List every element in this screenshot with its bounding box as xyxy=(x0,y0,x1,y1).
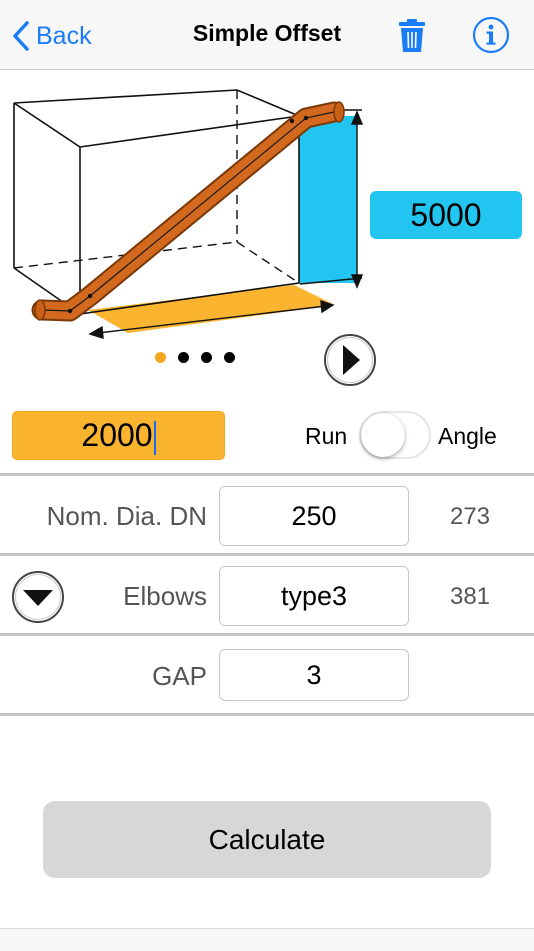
divider xyxy=(0,713,534,716)
divider xyxy=(0,633,534,636)
gap-field[interactable]: 3 xyxy=(219,649,409,701)
page-dot[interactable] xyxy=(155,352,166,363)
next-diagram-button[interactable] xyxy=(323,333,377,387)
elbows-label: Elbows xyxy=(123,581,207,611)
page-dot[interactable] xyxy=(224,352,235,363)
back-button[interactable]: Back xyxy=(12,18,92,54)
info-icon xyxy=(472,16,510,54)
elbow-radius-value: 381 xyxy=(449,583,491,610)
toggle-label-angle: Angle xyxy=(438,423,497,449)
outer-diameter-value: 273 xyxy=(449,503,491,530)
play-right-icon xyxy=(324,334,376,386)
run-angle-toggle[interactable] xyxy=(359,411,431,459)
elbows-dropdown-button[interactable] xyxy=(10,569,66,625)
gap-label: GAP xyxy=(152,661,207,691)
toggle-knob xyxy=(361,413,405,457)
chevron-left-icon xyxy=(13,21,29,51)
page-dot[interactable] xyxy=(201,352,212,363)
rise-highlight xyxy=(299,116,357,283)
rise-value-display[interactable]: 5000 xyxy=(370,191,522,239)
back-label: Back xyxy=(36,21,92,50)
divider xyxy=(0,473,534,476)
page-indicator[interactable] xyxy=(155,352,235,363)
toggle-label-run: Run xyxy=(305,423,348,449)
divider xyxy=(0,553,534,556)
delete-button[interactable] xyxy=(397,18,427,54)
diameter-label: Nom. Dia. DN xyxy=(46,501,207,531)
diameter-field[interactable]: 250 xyxy=(219,486,409,546)
info-button[interactable] xyxy=(472,16,510,54)
calculate-button[interactable]: Calculate xyxy=(43,801,491,878)
navigation-bar: Back Simple Offset xyxy=(0,0,534,70)
run-input[interactable]: 2000 xyxy=(12,411,225,460)
box-outline xyxy=(13,89,300,315)
bottom-toolbar xyxy=(0,928,534,951)
text-caret xyxy=(153,420,156,455)
trash-icon xyxy=(399,19,425,52)
page-dot[interactable] xyxy=(178,352,189,363)
elbows-field[interactable]: type3 xyxy=(219,566,409,626)
run-input-value: 2000 xyxy=(81,417,153,453)
chevron-down-icon xyxy=(12,571,64,623)
